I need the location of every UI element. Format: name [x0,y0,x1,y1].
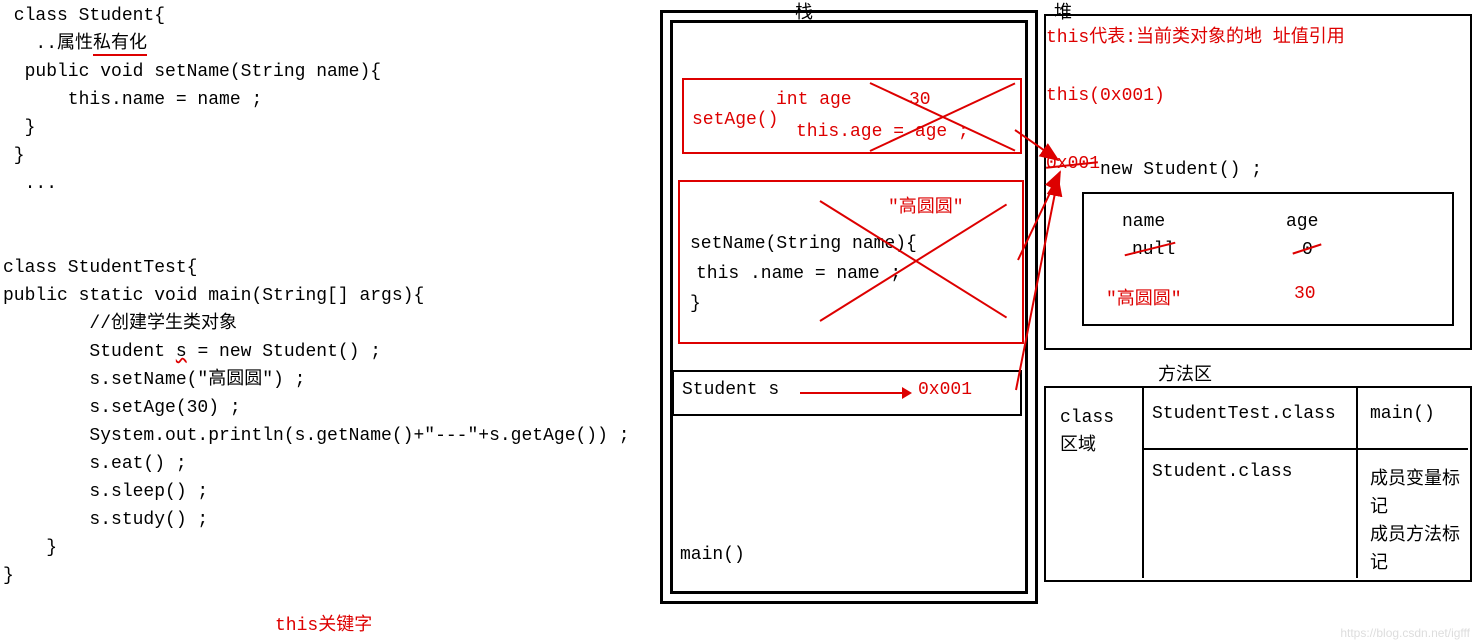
heap-new-statement: new Student() ; [1100,160,1262,180]
setage-frame: setAge() int age 30 this.age = age ; [682,78,1022,154]
member-markers: 成员变量标 记 成员方法标 记 [1370,466,1460,578]
code-line: ..属性私有化 [3,34,147,56]
code-line: //创建学生类对象 [3,314,237,334]
code-line: s.setAge(30) ; [3,398,241,418]
method-area-title: 方法区 [1158,360,1212,386]
obj-age-label: age [1286,212,1318,232]
code-line: public static void main(String[] args){ [3,286,424,306]
code-line: s.sleep() ; [3,482,208,502]
code-line: class Student{ [3,6,165,26]
student-s-addr: 0x001 [918,380,972,400]
method-area-main: main() [1370,404,1435,424]
code-line: } [3,538,57,558]
code-line: public void setName(String name){ [3,62,381,82]
code-line: s.study() ; [3,510,208,530]
code-block: class Student{ ..属性私有化 public void setNa… [3,2,643,590]
object-box: name age null 0 "高圆圆" 30 [1082,192,1454,326]
code-line: class StudentTest{ [3,258,197,278]
setname-frame: "高圆圆" setName(String name){ this .name =… [678,180,1024,344]
setage-assign: this.age = age ; [796,122,969,142]
code-line: s.setName("高圆圆") ; [3,370,305,390]
setage-label: setAge() [692,110,778,130]
code-line: s.eat() ; [3,454,187,474]
student-s-text: Student s [682,380,779,400]
studenttest-class: StudentTest.class [1152,404,1336,424]
code-line: } [3,566,14,586]
heap-this-addr: this(0x001) [1046,86,1165,106]
this-keyword-label: this关键字 [275,610,372,636]
code-line: } [3,146,25,166]
setname-line: setName(String name){ [690,234,917,254]
code-line: this.name = name ; [3,90,262,110]
setage-var: int age [776,90,852,110]
divider [1356,386,1358,578]
class-region-label: class 区域 [1060,404,1114,460]
arrow-icon [800,392,910,394]
watermark: https://blog.csdn.net/igfff [1340,626,1470,640]
code-line: } [3,118,35,138]
setname-gyy: "高圆圆" [888,192,964,218]
divider [1142,448,1468,450]
heap-description: this代表:当前类对象的地 址值引用 [1046,22,1345,48]
divider [1142,386,1144,578]
code-line: System.out.println(s.getName()+"---"+s.g… [3,426,630,446]
obj-thirty-value: 30 [1294,284,1316,304]
setname-line: this .name = name ; [696,264,901,284]
obj-name-label: name [1122,212,1165,232]
code-line: ... [3,174,57,194]
main-label: main() [680,545,745,565]
code-line: Student s = new Student() ; [3,342,381,362]
student-class: Student.class [1152,462,1292,482]
obj-gyy-value: "高圆圆" [1106,284,1182,310]
setname-line: } [690,294,701,314]
